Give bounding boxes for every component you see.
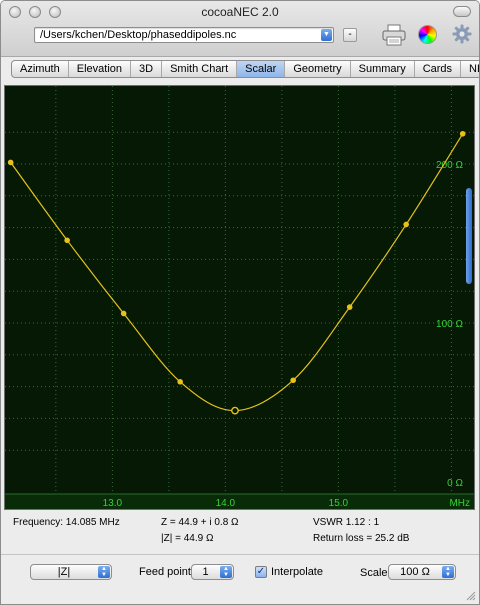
y-tick-label: 0 Ω	[447, 478, 463, 489]
scalar-plot[interactable]: 13.0 14.0 15.0 MHz 0 Ω 100 Ω 200 Ω	[4, 85, 475, 510]
tab-geometry[interactable]: Geometry	[285, 61, 351, 77]
tab-elevation[interactable]: Elevation	[69, 61, 132, 77]
x-tick-label: 13.0	[103, 498, 123, 509]
y-tick-label: 100 Ω	[436, 319, 463, 330]
tab-nec2-output[interactable]: NEC2 Output	[461, 61, 479, 77]
view-tab-bar: Azimuth Elevation 3D Smith Chart Scalar …	[11, 60, 479, 78]
data-point	[177, 379, 183, 385]
up-down-arrows-icon: ▲ ▼	[98, 566, 110, 578]
scale-select[interactable]: 100 Ω ▲ ▼	[388, 564, 456, 580]
divider	[1, 554, 479, 555]
selected-frequency-marker	[231, 406, 239, 415]
scale-value: 100 Ω	[400, 566, 430, 578]
frequency-readout: Frequency: 14.085 MHz	[13, 517, 120, 528]
toolbar-toggle-button[interactable]	[453, 6, 471, 17]
tab-3d[interactable]: 3D	[131, 61, 163, 77]
interpolate-checkbox[interactable]: ✓	[255, 566, 267, 578]
plot-background	[5, 86, 474, 509]
gear-icon[interactable]	[452, 24, 472, 44]
data-point	[290, 377, 296, 384]
tab-summary[interactable]: Summary	[351, 61, 415, 77]
file-path-combobox[interactable]: /Users/kchen/Desktop/phaseddipoles.nc ▼	[34, 27, 334, 43]
feed-point-value: 1	[202, 566, 209, 578]
readout-panel: Frequency: 14.085 MHz Z = 44.9 + i 0.8 Ω…	[1, 511, 479, 551]
data-point	[459, 130, 466, 137]
data-point	[64, 237, 70, 244]
titlebar: cocoaNEC 2.0 /Users/kchen/Desktop/phased…	[1, 1, 479, 57]
chevron-down-icon[interactable]: ▼	[321, 29, 332, 41]
x-tick-label: 14.0	[216, 498, 236, 509]
tab-smith-chart[interactable]: Smith Chart	[162, 61, 238, 77]
feed-point-label: Feed point:	[139, 566, 195, 578]
vswr-readout: VSWR 1.12 : 1	[313, 517, 380, 528]
up-down-arrows-icon: ▲ ▼	[442, 566, 454, 578]
interpolate-label[interactable]: Interpolate	[271, 566, 323, 578]
window-title: cocoaNEC 2.0	[201, 5, 279, 19]
scale-label: Scale:	[360, 567, 391, 579]
minus-button[interactable]: -	[343, 28, 357, 42]
tab-scalar[interactable]: Scalar	[237, 61, 286, 77]
x-unit-label: MHz	[449, 498, 470, 509]
x-tick-label: 15.0	[329, 498, 349, 509]
data-point	[346, 304, 353, 310]
impedance-readout: Z = 44.9 + i 0.8 Ω	[161, 517, 239, 528]
checkmark-icon: ✓	[256, 566, 266, 577]
color-wheel-icon[interactable]	[418, 25, 437, 44]
resize-grip-icon[interactable]	[466, 591, 476, 601]
data-point	[120, 310, 127, 317]
plot-scrollbar-thumb[interactable]	[466, 188, 472, 284]
x-axis-strip	[5, 494, 474, 509]
feed-point-select[interactable]: 1 ▲ ▼	[191, 564, 234, 580]
app-window: cocoaNEC 2.0 /Users/kchen/Desktop/phased…	[0, 0, 480, 605]
tab-azimuth[interactable]: Azimuth	[12, 61, 69, 77]
scalar-chart[interactable]: 13.0 14.0 15.0 MHz0 Ω100 Ω200 Ω	[5, 86, 474, 509]
quantity-select-value: |Z|	[57, 566, 71, 578]
impedance-magnitude-readout: |Z| = 44.9 Ω	[161, 533, 214, 544]
tab-cards[interactable]: Cards	[415, 61, 462, 77]
data-point	[403, 221, 409, 228]
data-point	[7, 159, 14, 166]
printer-icon[interactable]	[382, 24, 406, 46]
file-path-text: /Users/kchen/Desktop/phaseddipoles.nc	[40, 29, 237, 41]
return-loss-readout: Return loss = 25.2 dB	[313, 533, 410, 544]
quantity-select[interactable]: |Z| ▲ ▼	[30, 564, 112, 580]
up-down-arrows-icon: ▲ ▼	[220, 566, 232, 578]
